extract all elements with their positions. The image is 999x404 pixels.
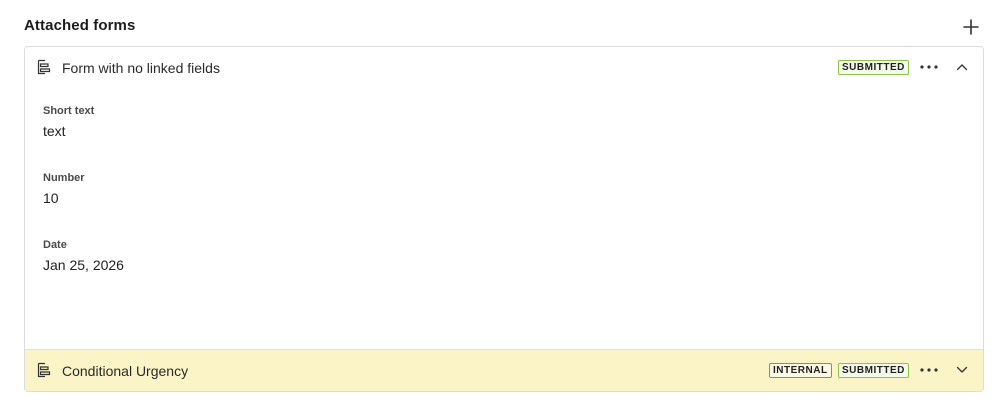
form-icon — [37, 362, 51, 378]
form-icon — [37, 59, 51, 75]
more-horizontal-icon — [920, 65, 938, 69]
section-title: Attached forms — [24, 17, 136, 34]
form-field: Number 10 — [43, 172, 85, 206]
chevron-down-icon — [956, 366, 968, 373]
field-label: Date — [43, 239, 67, 251]
field-label: Number — [43, 172, 85, 184]
field-label: Short text — [43, 105, 95, 117]
plus-icon — [963, 19, 979, 35]
status-badge-internal: INTERNAL — [769, 363, 832, 378]
form-name: Form with no linked fields — [62, 59, 220, 76]
form-card: Conditional Urgency INTERNAL SUBMITTED — [25, 350, 983, 391]
field-value: 10 — [43, 190, 59, 206]
more-options-button[interactable] — [918, 361, 940, 379]
expand-button[interactable] — [953, 361, 971, 379]
chevron-up-icon — [956, 64, 968, 71]
collapse-button[interactable] — [953, 58, 971, 76]
form-card: Form with no linked fields SUBMITTED Sho… — [25, 47, 983, 350]
form-field: Date Jan 25, 2026 — [43, 239, 124, 273]
form-header[interactable]: Form with no linked fields SUBMITTED — [25, 47, 983, 88]
field-value: text — [43, 123, 66, 139]
attached-forms-list: Form with no linked fields SUBMITTED Sho… — [24, 46, 984, 392]
form-field: Short text text — [43, 105, 94, 139]
status-badge-submitted: SUBMITTED — [838, 363, 909, 378]
field-value: Jan 25, 2026 — [43, 257, 124, 273]
status-badge-submitted: SUBMITTED — [838, 60, 909, 75]
form-name: Conditional Urgency — [62, 362, 189, 379]
add-form-button[interactable] — [961, 17, 981, 37]
form-header[interactable]: Conditional Urgency INTERNAL SUBMITTED — [25, 350, 983, 391]
more-horizontal-icon — [920, 368, 938, 372]
more-options-button[interactable] — [918, 58, 940, 76]
